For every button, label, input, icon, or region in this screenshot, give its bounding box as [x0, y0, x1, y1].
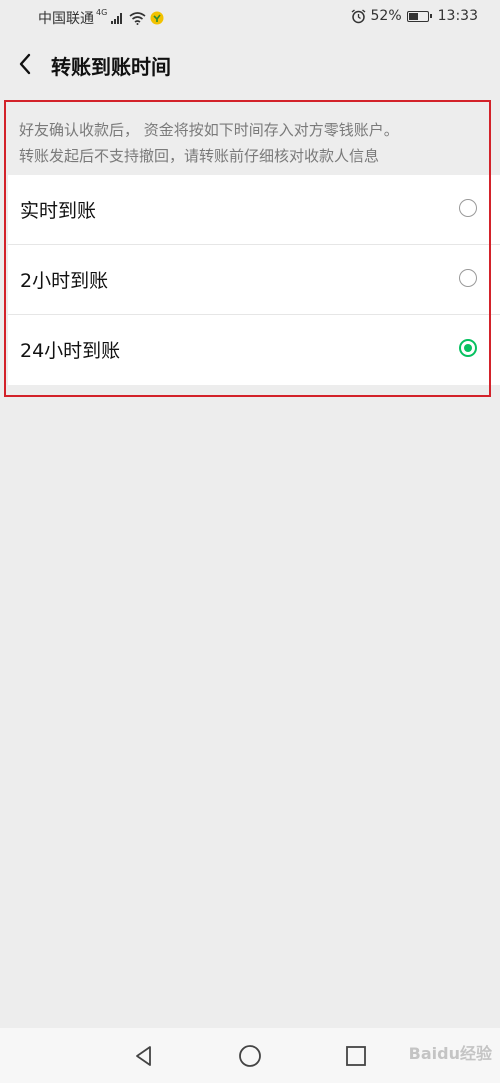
page-header: 转账到账时间	[0, 36, 500, 94]
info-line-1: 好友确认收款后， 资金将按如下时间存入对方零钱账户。	[19, 121, 399, 139]
arrival-time-options: 实时到账 2小时到账 24小时到账	[8, 175, 500, 385]
battery-percent: 52%	[370, 8, 402, 24]
wifi-icon	[129, 11, 146, 25]
app-notification-icon	[150, 11, 164, 25]
radio-button[interactable]	[459, 199, 477, 217]
carrier-name: 中国联通	[38, 11, 94, 27]
radio-button[interactable]	[459, 269, 477, 287]
info-text: 好友确认收款后， 资金将按如下时间存入对方零钱账户。 转账发起后不支持撤回，请转…	[19, 117, 489, 169]
status-bar: 中国联通 4G 52% 13:33	[0, 0, 500, 36]
nav-recents-icon[interactable]	[344, 1044, 368, 1068]
chevron-left-icon[interactable]	[14, 50, 38, 78]
radio-button-selected[interactable]	[459, 339, 477, 357]
option-label: 实时到账	[20, 200, 97, 222]
watermark-logo: Baidu经验	[408, 1044, 492, 1063]
option-24-hours[interactable]: 24小时到账	[8, 315, 500, 385]
option-label: 2小时到账	[20, 270, 109, 292]
nav-home-icon[interactable]	[238, 1044, 262, 1068]
nav-back-icon[interactable]	[132, 1044, 156, 1068]
option-label: 24小时到账	[20, 340, 121, 362]
battery-icon	[406, 10, 432, 22]
status-right: 52% 13:33	[351, 8, 478, 24]
alarm-clock-icon	[351, 8, 365, 23]
option-2-hours[interactable]: 2小时到账	[8, 245, 500, 315]
signal-icon	[111, 13, 123, 24]
info-line-2: 转账发起后不支持撤回，请转账前仔细核对收款人信息	[19, 147, 380, 165]
network-type: 4G	[96, 7, 108, 17]
status-left: 中国联通 4G	[38, 8, 164, 28]
option-realtime[interactable]: 实时到账	[8, 175, 500, 245]
clock-time: 13:33	[437, 8, 478, 24]
page-title: 转账到账时间	[51, 55, 171, 79]
